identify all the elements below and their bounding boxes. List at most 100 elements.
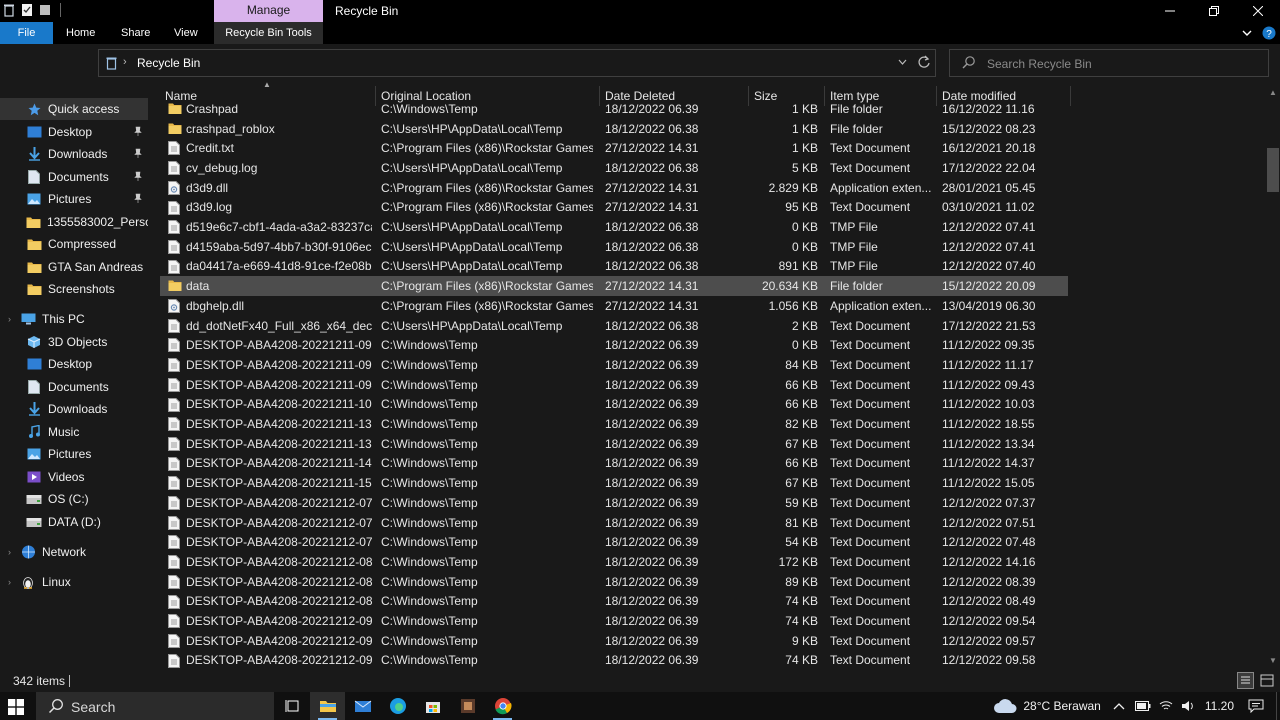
nav-network[interactable]: › Network <box>0 541 148 563</box>
file-row[interactable]: DESKTOP-ABA4208-20221212-0958.... C:\Wind… <box>160 651 1068 669</box>
file-row[interactable]: DESKTOP-ABA4208-20221211-1003.... C:\Wind… <box>160 395 1068 415</box>
chevron-down-icon[interactable] <box>1242 29 1252 37</box>
taskbar-file-explorer[interactable] <box>310 692 345 720</box>
nav-pc-item[interactable]: Videos <box>0 466 148 488</box>
nav-pc-item[interactable]: Desktop <box>0 353 148 375</box>
nav-quick-item[interactable]: Screenshots <box>0 278 148 300</box>
file-row[interactable]: DESKTOP-ABA4208-20221212-0745.... C:\Wind… <box>160 513 1068 533</box>
tab-view[interactable]: View <box>162 22 210 44</box>
this-pc-icon <box>20 312 36 326</box>
file-row[interactable]: data C:\Program Files (x86)\Rockstar Game… <box>160 276 1068 296</box>
breadcrumb-chevron-icon[interactable]: › <box>123 56 127 68</box>
nav-linux[interactable]: › Linux <box>0 571 148 593</box>
tab-file[interactable]: File <box>0 22 53 44</box>
taskbar-game-app[interactable] <box>450 692 485 720</box>
file-row[interactable]: DESKTOP-ABA4208-20221212-0827.... C:\Wind… <box>160 552 1068 572</box>
nav-pc-item[interactable]: DATA (D:) <box>0 511 148 533</box>
nav-pc-item[interactable]: Pictures <box>0 443 148 465</box>
scroll-up-arrow-icon[interactable]: ▲ <box>1269 88 1277 97</box>
nav-quick-access[interactable]: Quick access <box>0 98 148 120</box>
recycle-bin-icon[interactable] <box>2 3 16 17</box>
date-modified: 12/12/2022 09.54 <box>942 614 1036 629</box>
file-list-scrollbar[interactable]: ▲ ▼ <box>1266 86 1280 669</box>
properties-icon[interactable] <box>20 3 34 17</box>
file-row[interactable]: d3d9.dll C:\Program Files (x86)\Rockstar … <box>160 178 1068 198</box>
file-row[interactable]: dd_dotNetFx40_Full_x86_x64_deco... C:\Use… <box>160 316 1068 336</box>
nav-pc-item[interactable]: 3D Objects <box>0 331 148 353</box>
clock-time[interactable]: 11.20 <box>1205 699 1234 713</box>
file-row[interactable]: Credit.txt C:\Program Files (x86)\Rocksta… <box>160 138 1068 158</box>
taskbar-chrome[interactable] <box>485 692 520 720</box>
file-row[interactable]: DESKTOP-ABA4208-20221212-0748.... C:\Wind… <box>160 532 1068 552</box>
weather-text[interactable]: 28°C Berawan <box>1023 699 1101 713</box>
help-icon[interactable]: ? <box>1262 26 1276 40</box>
chevron-up-icon[interactable] <box>1113 702 1125 710</box>
file-row[interactable]: DESKTOP-ABA4208-20221212-0849.... C:\Wind… <box>160 592 1068 612</box>
taskbar-search-box[interactable]: Search <box>36 692 274 720</box>
task-view-button[interactable] <box>275 692 310 720</box>
expand-chevron-icon[interactable]: › <box>8 314 11 324</box>
file-row[interactable]: DESKTOP-ABA4208-20221212-0954.... C:\Wind… <box>160 611 1068 631</box>
file-row[interactable]: dbghelp.dll C:\Program Files (x86)\Rockst… <box>160 296 1068 316</box>
nav-pc-item[interactable]: OS (C:) <box>0 488 148 510</box>
taskbar-store[interactable] <box>415 692 450 720</box>
details-view-button[interactable] <box>1237 672 1254 689</box>
expand-chevron-icon[interactable]: › <box>8 547 11 557</box>
file-row[interactable]: DESKTOP-ABA4208-20221212-0737.... C:\Wind… <box>160 493 1068 513</box>
tab-share[interactable]: Share <box>109 22 162 44</box>
file-row[interactable]: da04417a-e669-41d8-91ce-f2e08bb... C:\Use… <box>160 257 1068 277</box>
close-button[interactable] <box>1236 0 1280 22</box>
refresh-icon[interactable] <box>917 53 931 71</box>
tab-home[interactable]: Home <box>54 22 107 44</box>
expand-chevron-icon[interactable]: › <box>8 577 11 587</box>
taskbar-mail[interactable] <box>345 692 380 720</box>
file-row[interactable]: d4159aba-5d97-4bb7-b30f-9106ec... C:\User… <box>160 237 1068 257</box>
breadcrumb-recycle-bin[interactable]: Recycle Bin <box>137 56 200 70</box>
nav-pc-item[interactable]: Downloads <box>0 398 148 420</box>
nav-this-pc[interactable]: › This PC <box>0 308 148 330</box>
file-row[interactable]: d3d9.log C:\Program Files (x86)\Rockstar … <box>160 198 1068 218</box>
nav-quick-item[interactable]: Desktop <box>0 121 148 143</box>
battery-icon[interactable] <box>1134 701 1151 711</box>
scroll-down-arrow-icon[interactable]: ▼ <box>1269 656 1277 665</box>
maximize-button[interactable] <box>1192 0 1236 22</box>
nav-quick-item[interactable]: Downloads <box>0 143 148 165</box>
nav-quick-item[interactable]: Documents <box>0 166 148 188</box>
tab-recycle-bin-tools[interactable]: Recycle Bin Tools <box>214 22 323 44</box>
notification-icon[interactable] <box>1248 699 1264 713</box>
file-row[interactable]: d519e6c7-cbf1-4ada-a3a2-83237ca... C:\Use… <box>160 217 1068 237</box>
file-row[interactable]: DESKTOP-ABA4208-20221211-1334.... C:\Wind… <box>160 434 1068 454</box>
file-row[interactable]: DESKTOP-ABA4208-20221211-1505.... C:\Wind… <box>160 473 1068 493</box>
file-row[interactable]: DESKTOP-ABA4208-20221212-0839.... C:\Wind… <box>160 572 1068 592</box>
large-icons-view-icon[interactable] <box>1259 673 1275 688</box>
address-bar[interactable]: › Recycle Bin <box>98 49 936 77</box>
nav-quick-item[interactable]: Pictures <box>0 188 148 210</box>
file-row[interactable]: Crashpad C:\Windows\Temp 18/12/2022 06.39 1… <box>160 99 1068 119</box>
show-desktop-strip[interactable] <box>1276 692 1280 720</box>
file-row[interactable]: DESKTOP-ABA4208-20221211-0936.... C:\Wind… <box>160 355 1068 375</box>
taskbar-edge[interactable] <box>380 692 415 720</box>
volume-icon[interactable] <box>1181 700 1195 712</box>
file-row[interactable]: crashpad_roblox C:\Users\HP\AppData\Local… <box>160 119 1068 139</box>
minimize-button[interactable] <box>1148 0 1192 22</box>
new-folder-icon[interactable] <box>38 3 52 17</box>
nav-pc-item[interactable]: Documents <box>0 376 148 398</box>
file-row[interactable]: cv_debug.log C:\Users\HP\AppData\Local\Te… <box>160 158 1068 178</box>
address-dropdown-icon[interactable] <box>898 55 907 69</box>
cloud-weather-icon[interactable] <box>993 698 1017 714</box>
search-box[interactable]: Search Recycle Bin <box>949 49 1269 77</box>
nav-pc-item[interactable]: Music <box>0 421 148 443</box>
nav-pane-scrollbar[interactable] <box>148 86 156 669</box>
nav-quick-item[interactable]: Compressed <box>0 233 148 255</box>
manage-context-tab[interactable]: Manage <box>214 0 323 22</box>
nav-quick-item[interactable]: GTA San Andreas <box>0 256 148 278</box>
scrollbar-thumb[interactable] <box>1267 148 1279 192</box>
file-row[interactable]: DESKTOP-ABA4208-20221211-1328.... C:\Wind… <box>160 414 1068 434</box>
wifi-icon[interactable] <box>1159 700 1173 712</box>
file-row[interactable]: DESKTOP-ABA4208-20221211-0935.... C:\Wind… <box>160 335 1068 355</box>
windows-start-icon[interactable] <box>8 699 24 715</box>
file-row[interactable]: DESKTOP-ABA4208-20221211-0943.... C:\Wind… <box>160 375 1068 395</box>
file-row[interactable]: DESKTOP-ABA4208-20221212-0957.... C:\Wind… <box>160 631 1068 651</box>
file-row[interactable]: DESKTOP-ABA4208-20221211-1437.... C:\Wind… <box>160 454 1068 474</box>
nav-quick-item[interactable]: 1355583002_Persona <box>0 211 148 233</box>
